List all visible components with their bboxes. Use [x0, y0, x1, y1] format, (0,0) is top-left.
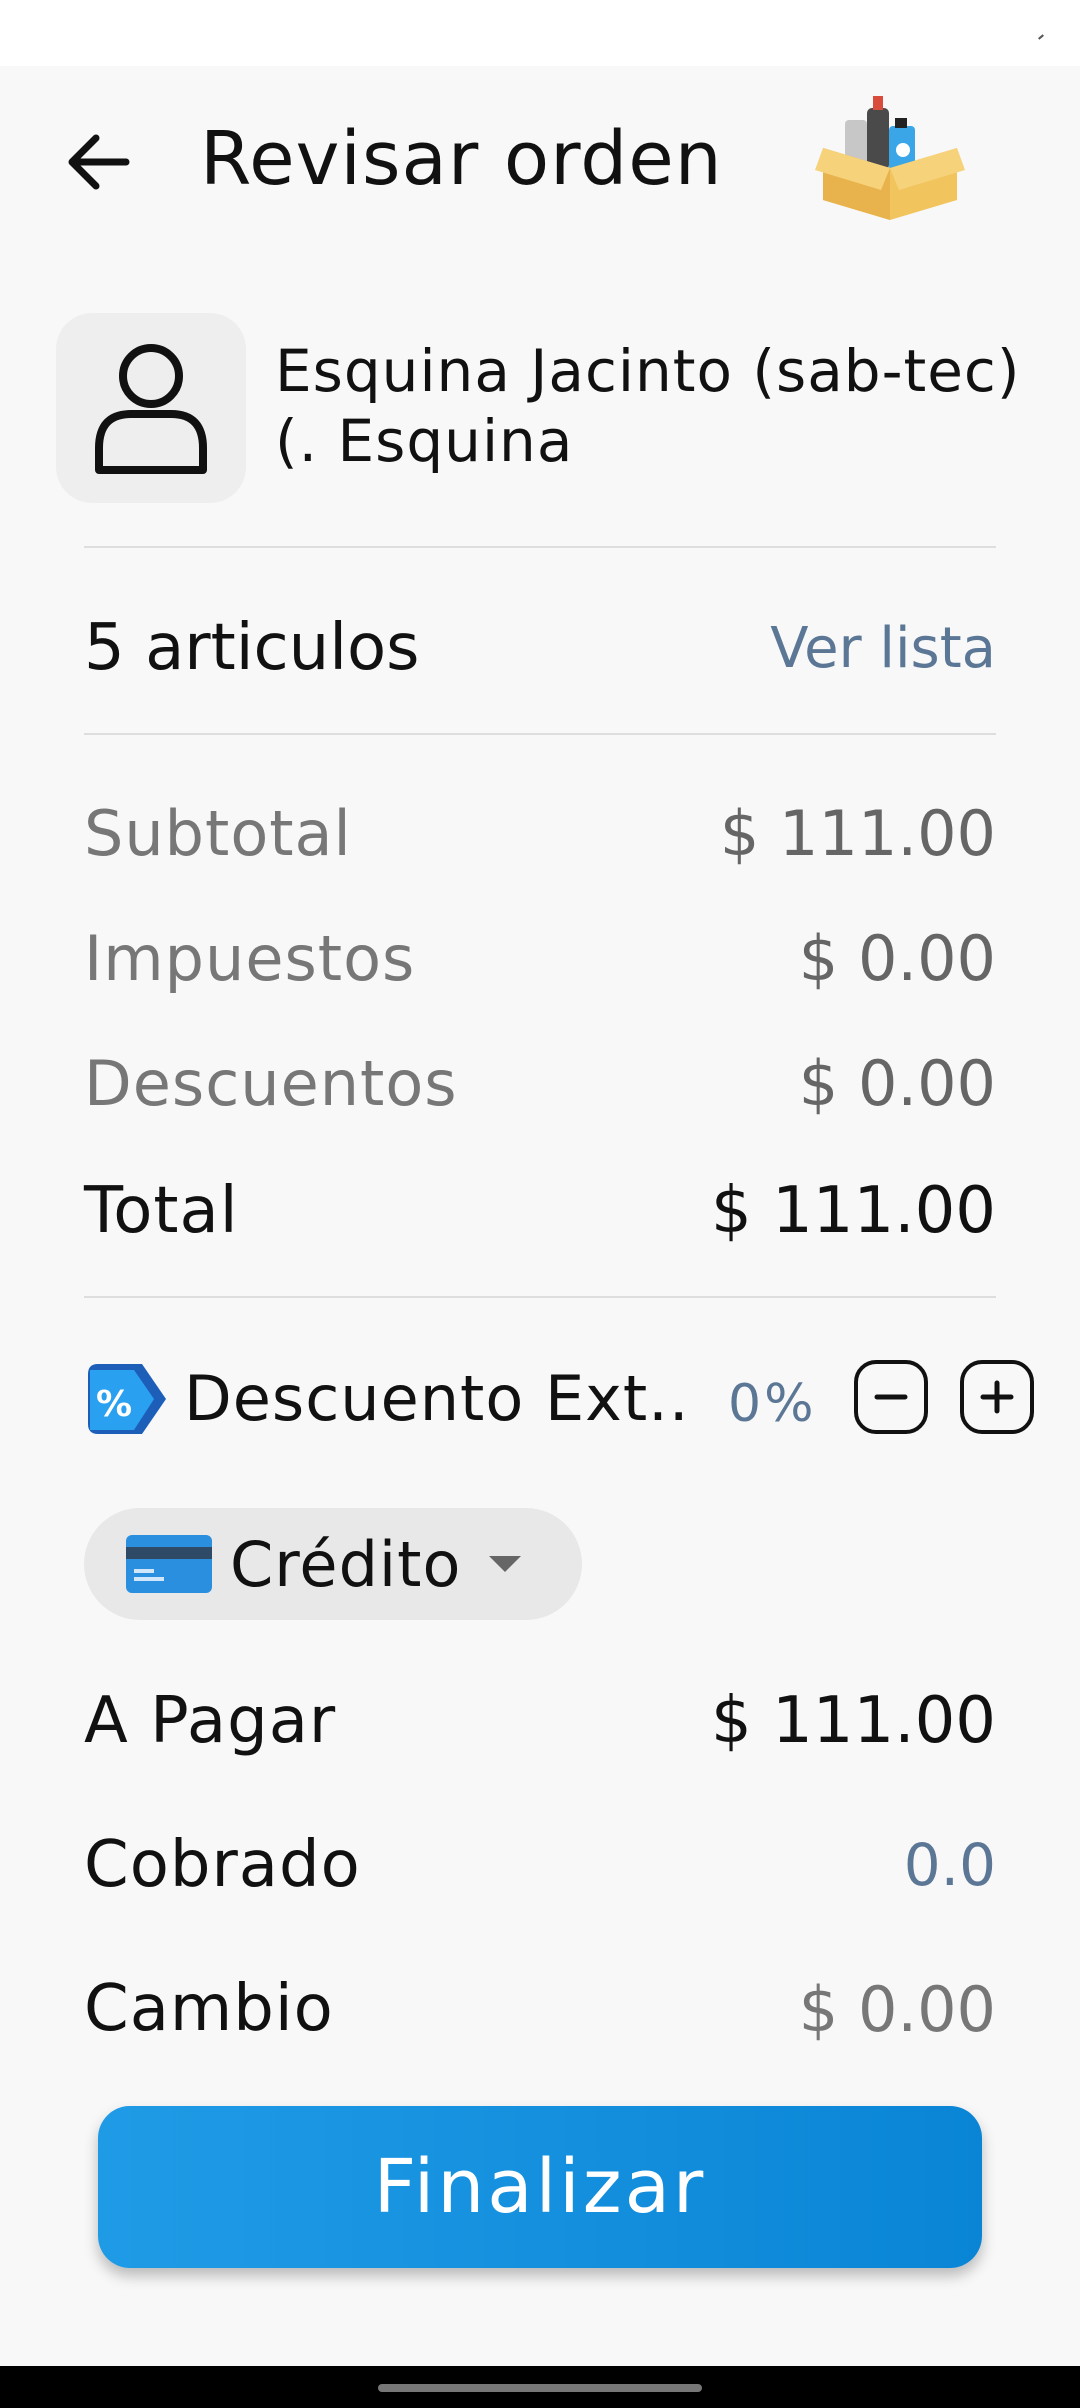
items-row: 5 articulos Ver lista: [84, 598, 996, 698]
svg-text:%: %: [96, 1384, 132, 1425]
to-pay-label: A Pagar: [84, 1684, 337, 1758]
subtotal-label: Subtotal: [84, 796, 352, 870]
subtotal-row: Subtotal $ 111.00: [84, 788, 996, 878]
customer-avatar[interactable]: [56, 313, 246, 503]
box-with-bottles-icon: [815, 96, 965, 220]
discounts-label: Descuentos: [84, 1046, 458, 1120]
back-button[interactable]: [58, 122, 138, 202]
view-list-link[interactable]: Ver lista: [770, 616, 996, 681]
change-label: Cambio: [84, 1972, 334, 2046]
taxes-label: Impuestos: [84, 921, 416, 995]
items-count: 5 articulos: [84, 611, 420, 685]
credit-card-icon: [126, 1535, 212, 1593]
caret-down-icon: [489, 1556, 522, 1572]
discount-tag-icon: %: [88, 1364, 166, 1434]
change-value: $ 0.00: [798, 1972, 996, 2046]
payment-method-label: Crédito: [230, 1527, 462, 1601]
header: Revisar orden: [0, 66, 1080, 266]
divider: [84, 1296, 996, 1298]
to-pay-value: $ 111.00: [711, 1684, 996, 1758]
status-bar: [0, 0, 1080, 66]
finish-button[interactable]: Finalizar: [98, 2106, 982, 2268]
increase-discount-button[interactable]: [960, 1360, 1034, 1434]
subtotal-value: $ 111.00: [719, 796, 996, 870]
change-row: Cambio $ 0.00: [84, 1964, 996, 2054]
home-handle[interactable]: [378, 2384, 702, 2392]
divider: [84, 546, 996, 548]
taxes-row: Impuestos $ 0.00: [84, 913, 996, 1003]
divider: [84, 733, 996, 735]
plus-icon: [980, 1380, 1014, 1414]
system-nav-bar: [0, 2366, 1080, 2408]
arrow-left-icon: [68, 134, 130, 190]
taxes-value: $ 0.00: [798, 921, 996, 995]
customer-name: Esquina Jacinto (sab-tec) (. Esquina: [275, 337, 1021, 475]
total-label: Total: [84, 1173, 239, 1248]
payment-method-dropdown[interactable]: Crédito: [84, 1508, 582, 1620]
extra-discount-row: % Descuento Ext... 0%: [84, 1360, 1044, 1440]
extra-discount-label: Descuento Ext...: [184, 1362, 684, 1435]
discounts-row: Descuentos $ 0.00: [84, 1038, 996, 1128]
charged-input[interactable]: 0.0: [904, 1831, 996, 1899]
extra-discount-percent: 0%: [728, 1374, 817, 1434]
to-pay-row: A Pagar $ 111.00: [84, 1676, 996, 1766]
total-value: $ 111.00: [711, 1173, 996, 1248]
charged-label: Cobrado: [84, 1828, 361, 1902]
decrease-discount-button[interactable]: [854, 1360, 928, 1434]
status-indicator: [1038, 34, 1044, 40]
total-row: Total $ 111.00: [84, 1163, 996, 1258]
charged-row: Cobrado 0.0: [84, 1820, 996, 1910]
user-icon: [95, 344, 207, 474]
discounts-value: $ 0.00: [798, 1046, 996, 1120]
minus-icon: [874, 1394, 908, 1400]
page-title: Revisar orden: [200, 116, 723, 202]
